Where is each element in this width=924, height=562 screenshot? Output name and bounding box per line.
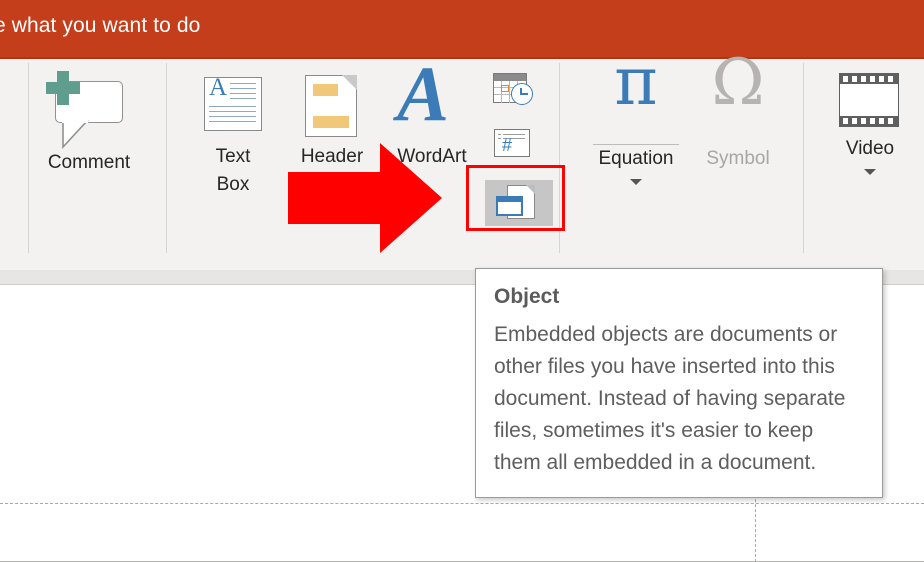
text-box-rule — [209, 116, 256, 118]
film-perforation — [861, 76, 866, 82]
text-box-button[interactable]: A Text Box — [188, 69, 278, 199]
calendar-header — [494, 74, 526, 81]
object-button-highlight-box — [466, 165, 565, 231]
slide-number-button[interactable]: # — [484, 127, 544, 167]
comment-plus-vertical — [57, 71, 69, 105]
film-perforation — [861, 118, 866, 124]
symbol-button-label: Symbol — [706, 148, 770, 169]
pi-icon: π — [587, 49, 685, 145]
wordart-a-icon: A — [395, 55, 469, 143]
film-strip-icon — [835, 69, 905, 135]
comment-button[interactable]: Comment — [24, 69, 154, 177]
clock-hand-minute — [521, 93, 528, 95]
date-time-calendar-clock-icon — [491, 71, 541, 111]
film-perforation — [879, 76, 884, 82]
header-footer-page-shape — [305, 75, 357, 137]
film-perforation — [888, 118, 893, 124]
film-perforation-strip-top — [840, 74, 898, 84]
text-box-rule — [230, 98, 256, 100]
header-band — [313, 84, 338, 96]
text-box-rule — [209, 111, 256, 113]
equation-underline — [593, 143, 679, 145]
video-dropdown-chevron-down-icon[interactable] — [864, 169, 876, 175]
video-button-label: Video — [845, 138, 895, 159]
calendar-gridline — [509, 81, 510, 103]
clock-face — [511, 83, 533, 105]
header-footer-page-icon — [295, 69, 369, 143]
tooltip-title: Object — [494, 285, 560, 308]
symbol-button[interactable]: Ω Symbol — [688, 51, 788, 173]
pi-glyph: π — [614, 43, 658, 120]
wordart-letter-a: A — [397, 50, 450, 137]
film-perforation — [852, 118, 857, 124]
page-fold-corner — [342, 75, 357, 90]
omega-icon: Ω — [695, 51, 781, 145]
film-perforation-strip-bottom — [840, 116, 898, 126]
red-pointer-arrow — [288, 143, 442, 253]
slide-number-hash-glyph: # — [502, 135, 513, 155]
tell-me-search-bar[interactable]: e what you want to do — [0, 0, 924, 57]
film-perforation — [888, 76, 893, 82]
footer-band — [313, 116, 349, 128]
text-box-icon: A — [196, 69, 270, 143]
equation-dropdown-chevron-down-icon[interactable] — [630, 179, 642, 185]
film-perforation — [843, 118, 848, 124]
text-box-button-label: Text Box — [215, 146, 251, 195]
film-perforation — [870, 118, 875, 124]
group-separator-symbols-media — [803, 63, 804, 253]
film-frame — [839, 73, 899, 127]
ribbon-top-edge — [0, 57, 924, 59]
slide-guide-horizontal — [0, 503, 924, 504]
text-box-rule — [209, 121, 256, 123]
powerpoint-insert-ribbon-screenshot: e what you want to do Comment Comments — [0, 0, 924, 562]
group-separator-comments-text — [166, 63, 167, 253]
text-box-rule — [230, 88, 256, 90]
slide-number-bullet — [498, 138, 501, 140]
tooltip-body: Embedded objects are documents or other … — [494, 323, 846, 474]
film-perforation — [879, 118, 884, 124]
film-perforation — [870, 76, 875, 82]
text-box-rule — [230, 83, 256, 85]
text-box-rule — [230, 93, 256, 95]
comment-bubble-tail — [62, 119, 89, 150]
object-tooltip: Object Embedded objects are documents or… — [475, 268, 883, 498]
comment-bubble-plus-icon — [35, 69, 143, 150]
slide-number-hash-icon: # — [491, 127, 537, 161]
tell-me-search-text: e what you want to do — [0, 14, 201, 37]
omega-glyph: Ω — [711, 46, 765, 120]
slide-number-bullet — [498, 134, 501, 136]
film-perforation — [852, 76, 857, 82]
calendar-highlighted-day — [501, 85, 509, 92]
text-box-rule — [209, 106, 256, 108]
text-box-letter-a: A — [209, 74, 228, 101]
comment-button-label: Comment — [47, 152, 131, 173]
video-button[interactable]: Video — [822, 69, 918, 175]
ribbon: Comment Comments A Text Box — [0, 49, 924, 317]
date-and-time-button[interactable] — [478, 71, 554, 115]
equation-button-label: Equation — [598, 148, 674, 169]
film-perforation — [843, 76, 848, 82]
equation-button[interactable]: π Equation — [578, 49, 694, 185]
